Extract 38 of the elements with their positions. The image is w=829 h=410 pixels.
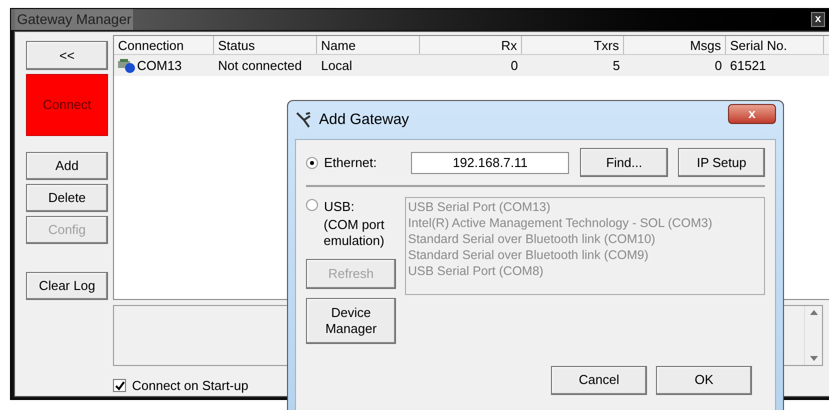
side-button[interactable]: << — [26, 41, 108, 70]
scroll-down-icon[interactable] — [810, 356, 818, 361]
table-cell-text: 61521 — [730, 56, 766, 75]
window-title: Gateway Manager — [15, 9, 134, 30]
table-cell-text: 0 — [714, 56, 722, 75]
checkbox[interactable] — [113, 379, 126, 392]
column-header[interactable]: Txrs — [522, 36, 624, 54]
radio-button[interactable] — [306, 199, 318, 211]
ip-setup-button[interactable]: IP Setup — [678, 148, 765, 177]
dialog-button[interactable]: OK — [656, 366, 752, 394]
close-button[interactable]: x — [811, 12, 825, 27]
dialog-button[interactable]: Cancel — [551, 366, 647, 394]
ip-address-field[interactable]: 192.168.7.11 — [411, 152, 570, 174]
plug-icon — [295, 111, 313, 129]
table-cell-text: Local — [321, 56, 352, 75]
column-header[interactable]: Rx — [420, 36, 522, 54]
usb-label: USB: — [324, 198, 354, 216]
gateway-icon — [118, 58, 136, 73]
column-header[interactable]: Serial No. — [726, 36, 824, 54]
side-button[interactable]: Add — [26, 152, 108, 180]
table-cell-text: Not connected — [218, 56, 302, 75]
dialog-title: Add Gateway — [319, 110, 410, 130]
find-button[interactable]: Find... — [580, 148, 668, 177]
scroll-up-icon[interactable] — [810, 310, 818, 315]
checkbox-label: Connect on Start-up — [132, 377, 248, 395]
column-header[interactable]: Name — [317, 36, 420, 54]
ethernet-label: Ethernet: — [324, 154, 377, 172]
side-button[interactable]: Clear Log — [26, 272, 108, 300]
device-manager-button[interactable]: Device Manager — [306, 298, 396, 344]
radio-button[interactable] — [306, 156, 318, 168]
column-header[interactable]: Msgs — [624, 36, 726, 54]
column-header[interactable]: Status — [214, 36, 317, 54]
usb-note: (COM port emulation) — [322, 216, 386, 248]
table-cell-text: 0 — [510, 56, 518, 75]
side-button[interactable]: Delete — [26, 184, 108, 212]
table-cell-text: 5 — [612, 56, 620, 75]
column-header[interactable]: Connection — [114, 36, 214, 54]
table-cell-text: COM13 — [137, 56, 182, 75]
